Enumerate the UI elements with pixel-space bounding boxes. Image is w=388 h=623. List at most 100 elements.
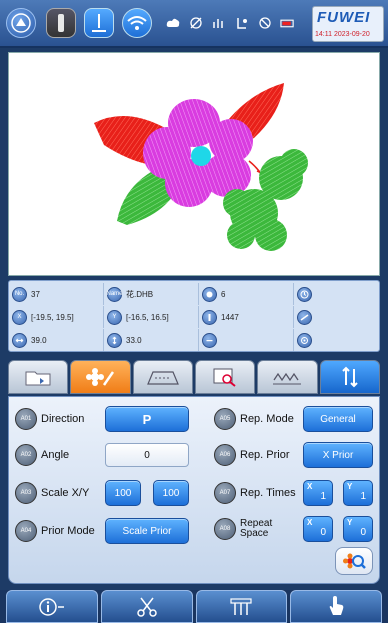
info-extra-4 [294,329,379,351]
flower-edit-icon [86,368,115,386]
stitch-pattern-icon [273,372,302,385]
preview-search-icon [213,368,236,387]
tab-frame[interactable] [132,360,193,394]
param-rep-mode: A05 Rep. Mode [214,405,294,433]
scale-y-button[interactable]: 100 [153,480,189,506]
info-file-name: Name 花.DHB [104,283,199,305]
function-tabs [8,360,380,396]
info-width: 39.0 [9,329,104,351]
info-x-range: X [-19.5, 19.5] [9,306,104,328]
target-icon [297,332,312,348]
wifi-icon[interactable] [122,8,152,38]
param-label: Rep. Times [240,487,296,499]
tab-stitch[interactable] [257,360,318,394]
frame-icon [146,371,179,385]
top-status-bar: FUWEI 14:11 2023-09-20 [0,0,388,48]
direction-button[interactable]: P [105,406,189,432]
hand-pointer-icon [329,595,344,615]
param-label: Scale X/Y [41,487,90,499]
param-label: Rep. Mode [240,413,294,425]
param-rep-prior: A06 Rep. Prior [214,441,290,469]
param-label: Direction [41,413,85,425]
battery-icon [280,14,295,32]
rep-times-y-button[interactable]: Y 1 [343,480,373,506]
brand-logo: FUWEI [317,9,371,26]
angle-field[interactable]: 0 [105,443,189,467]
flower-search-icon [343,553,366,569]
scissors-icon [136,597,157,617]
param-scale: A03 Scale X/Y [15,479,89,507]
info-stitch-no: No. 37 [9,283,104,305]
preview-search-button[interactable] [335,547,373,575]
param-direction: A01 Direction [15,405,84,433]
param-badge: A01 [15,408,37,430]
info-row-3: 39.0 33.0 [9,329,379,351]
param-badge: A07 [214,482,236,504]
status-icons [165,14,295,32]
param-badge: A04 [15,520,37,542]
lamp-icon[interactable] [46,8,76,38]
name-badge: Name [107,286,123,302]
rep-times-x-button[interactable]: X 1 [303,480,333,506]
flower-center [191,146,211,166]
folder-icon [25,371,51,386]
stitch-icon [202,309,217,325]
cloud-icon [165,14,180,32]
emblem-icon[interactable] [6,8,36,38]
param-badge: A02 [15,444,37,466]
info-extra-2 [294,306,379,328]
needle-icon[interactable] [84,8,114,38]
rep-prior-button[interactable]: X Prior [303,442,373,468]
tab-repeat-settings[interactable] [319,360,380,394]
repeat-space-y-button[interactable]: Y 0 [343,516,373,542]
manual-button[interactable] [290,590,382,623]
design-preview-canvas[interactable] [8,52,380,276]
thread-spool-icon [297,309,312,325]
prior-mode-button[interactable]: Scale Prior [105,518,189,544]
param-label: Prior Mode [41,525,95,537]
scale-x-button[interactable]: 100 [105,480,141,506]
param-prior-mode: A04 Prior Mode [15,517,95,545]
info-stitch-count: 1447 [199,306,294,328]
thread-icon [234,14,249,32]
repeat-params-panel: A01 Direction P A02 Angle 0 A03 Scale X/… [8,396,380,584]
param-rep-times: A07 Rep. Times [214,479,296,507]
number-badge: No. [12,286,27,302]
info-button[interactable] [6,590,98,623]
param-badge: A08 [214,518,236,540]
info-height: 33.0 [104,329,199,351]
repeat-space-x-button[interactable]: X 0 [303,516,333,542]
tab-edit-design[interactable] [70,360,131,394]
bobbin-icon [211,14,226,32]
width-icon [12,332,27,348]
tab-preview[interactable] [194,360,256,394]
info-extra-3 [199,329,294,351]
height-icon [107,332,122,348]
info-row-1: No. 37 Name 花.DHB 6 [9,283,379,305]
param-badge: A05 [214,408,236,430]
param-repeat-space: A08 Repeat Space [214,515,272,543]
info-y-range: Y [-16.5, 16.5] [104,306,199,328]
param-badge: A06 [214,444,236,466]
design-info-panel: No. 37 Name 花.DHB 6 X [-19.5, 19.5] Y [-… [8,280,380,352]
x-badge: X [12,309,27,325]
y-badge: Y [107,309,122,325]
brand-box: FUWEI 14:11 2023-09-20 [312,6,384,42]
info-extra-1 [294,283,379,305]
clock-icon [297,286,312,302]
param-label: Rep. Prior [240,449,290,461]
param-label: Repeat Space [240,518,273,539]
sensor-off-icon [257,14,272,32]
info-row-2: X [-19.5, 19.5] Y [-16.5, 16.5] 1447 [9,306,379,328]
datetime: 14:11 2023-09-20 [315,31,370,38]
trim-button[interactable] [100,590,193,623]
speed-off-icon [188,14,203,32]
info-color-count: 6 [199,283,294,305]
needles-button[interactable] [195,590,288,623]
needle-bar-icon [230,597,252,615]
info-arrow-icon [39,597,64,616]
tab-file[interactable] [8,360,69,394]
param-angle: A02 Angle [15,441,69,469]
rep-mode-button[interactable]: General [303,406,373,432]
repeat-arrows-icon [342,366,358,388]
